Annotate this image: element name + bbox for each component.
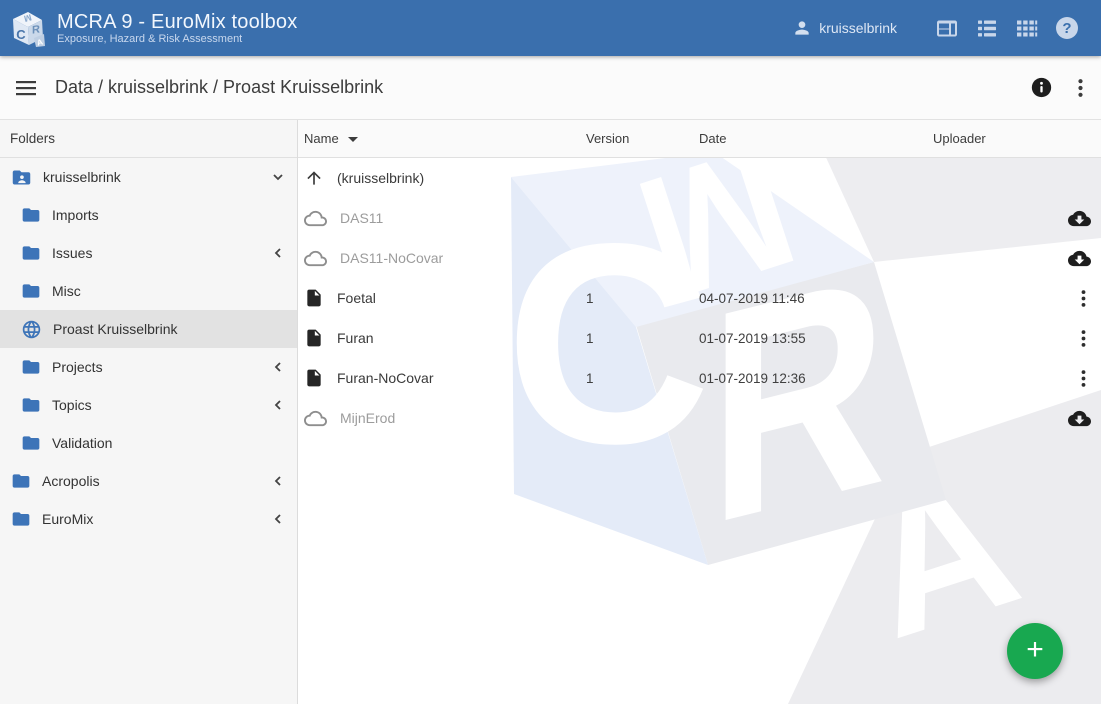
folder-icon xyxy=(21,395,41,415)
cloud-icon xyxy=(304,247,327,270)
app-brand[interactable]: M C R A MCRA 9 - EuroMix toolbox Exposur… xyxy=(8,8,297,48)
globe-icon xyxy=(21,319,42,340)
file-list: (kruisselbrink) DAS11 xyxy=(298,158,1101,438)
hamburger-icon xyxy=(16,80,36,96)
task-list-button[interactable] xyxy=(975,16,999,40)
column-header-uploader[interactable]: Uploader xyxy=(933,131,1046,146)
sidebar-item-label: Issues xyxy=(52,245,92,261)
sidebar-item-topics[interactable]: Topics xyxy=(0,386,297,424)
folder-shared-icon xyxy=(11,167,32,188)
sidebar-item-acropolis[interactable]: Acropolis xyxy=(0,462,297,500)
list-icon xyxy=(975,16,999,41)
help-button[interactable]: ? xyxy=(1055,16,1079,40)
table-row[interactable]: DAS11 xyxy=(298,198,1101,238)
folders-sidebar: Folders kruisselbrink Imports Issues xyxy=(0,120,298,704)
menu-button[interactable] xyxy=(16,80,36,96)
table-row[interactable]: MijnErod xyxy=(298,398,1101,438)
folder-icon xyxy=(21,205,41,225)
chevron-left-icon[interactable] xyxy=(270,473,286,489)
table-row[interactable]: Furan 1 01-07-2019 13:55 xyxy=(298,318,1101,358)
app-title: MCRA 9 - EuroMix toolbox xyxy=(57,11,297,33)
help-icon: ? xyxy=(1056,17,1078,39)
person-icon xyxy=(792,18,812,38)
file-icon xyxy=(304,368,324,388)
info-button[interactable] xyxy=(1031,77,1052,98)
sidebar-item-imports[interactable]: Imports xyxy=(0,196,297,234)
user-name: kruisselbrink xyxy=(819,20,897,36)
sidebar-item-label: Imports xyxy=(52,207,99,223)
apps-grid-icon xyxy=(1015,16,1039,41)
sidebar-item-label: Validation xyxy=(52,435,112,451)
user-menu[interactable]: kruisselbrink xyxy=(792,18,897,38)
sort-desc-icon xyxy=(348,137,358,142)
table-row[interactable]: Foetal 1 04-07-2019 11:46 xyxy=(298,278,1101,318)
cloud-download-icon[interactable] xyxy=(1068,407,1091,430)
table-row-parent-folder[interactable]: (kruisselbrink) xyxy=(298,158,1101,198)
sidebar-item-issues[interactable]: Issues xyxy=(0,234,297,272)
row-menu-icon[interactable] xyxy=(1081,330,1086,347)
page-menu-button[interactable] xyxy=(1078,79,1083,97)
sidebar-item-kruisselbrink[interactable]: kruisselbrink xyxy=(0,158,297,196)
folder-icon xyxy=(21,243,41,263)
sidebar-item-label: kruisselbrink xyxy=(43,169,121,185)
cloud-icon xyxy=(304,407,327,430)
more-vert-icon xyxy=(1078,79,1083,97)
table-row[interactable]: DAS11-NoCovar xyxy=(298,238,1101,278)
svg-text:R: R xyxy=(32,23,40,36)
info-icon xyxy=(1031,77,1052,98)
breadcrumb-bar: Data / kruisselbrink / Proast Kruisselbr… xyxy=(0,56,1101,120)
table-row[interactable]: Furan-NoCovar 1 01-07-2019 12:36 xyxy=(298,358,1101,398)
chevron-left-icon[interactable] xyxy=(270,359,286,375)
cloud-download-icon[interactable] xyxy=(1068,247,1091,270)
column-header-name[interactable]: Name xyxy=(304,131,586,146)
sidebar-item-validation[interactable]: Validation xyxy=(0,424,297,462)
svg-text:C: C xyxy=(16,27,26,42)
column-header-version[interactable]: Version xyxy=(586,131,699,146)
sidebar-item-proast-kruisselbrink[interactable]: Proast Kruisselbrink xyxy=(0,310,297,348)
file-table-panel: A R M C Name Version Date Uploader (kr xyxy=(298,120,1101,704)
sidebar-item-label: Acropolis xyxy=(42,473,100,489)
mcra-cube-logo: M C R A xyxy=(8,8,48,48)
chevron-left-icon[interactable] xyxy=(270,511,286,527)
sidebar-item-label: Proast Kruisselbrink xyxy=(53,321,178,337)
folder-icon xyxy=(21,281,41,301)
folder-icon xyxy=(21,357,41,377)
app-subtitle: Exposure, Hazard & Risk Assessment xyxy=(57,33,297,46)
folder-icon xyxy=(11,509,31,529)
web-icon xyxy=(935,16,959,41)
sidebar-item-label: Topics xyxy=(52,397,92,413)
file-icon xyxy=(304,328,324,348)
add-button[interactable]: + xyxy=(1007,623,1063,679)
cloud-download-icon[interactable] xyxy=(1068,207,1091,230)
apps-grid-button[interactable] xyxy=(1015,16,1039,40)
app-header: M C R A MCRA 9 - EuroMix toolbox Exposur… xyxy=(0,0,1101,56)
sidebar-item-label: Misc xyxy=(52,283,81,299)
file-icon xyxy=(304,288,324,308)
chevron-down-icon[interactable] xyxy=(270,169,286,185)
chevron-left-icon[interactable] xyxy=(270,397,286,413)
sidebar-item-label: Projects xyxy=(52,359,103,375)
row-menu-icon[interactable] xyxy=(1081,290,1086,307)
folder-icon xyxy=(11,471,31,491)
row-menu-icon[interactable] xyxy=(1081,370,1086,387)
table-header-row: Name Version Date Uploader xyxy=(298,120,1101,158)
sidebar-item-euromix[interactable]: EuroMix xyxy=(0,500,297,538)
cloud-icon xyxy=(304,207,327,230)
sidebar-item-misc[interactable]: Misc xyxy=(0,272,297,310)
chevron-left-icon[interactable] xyxy=(270,245,286,261)
arrow-up-icon xyxy=(304,168,324,188)
workspace-view-button[interactable] xyxy=(935,16,959,40)
sidebar-header: Folders xyxy=(0,120,297,158)
breadcrumb[interactable]: Data / kruisselbrink / Proast Kruisselbr… xyxy=(55,77,383,98)
column-header-date[interactable]: Date xyxy=(699,131,933,146)
sidebar-item-label: EuroMix xyxy=(42,511,93,527)
sidebar-item-projects[interactable]: Projects xyxy=(0,348,297,386)
folder-icon xyxy=(21,433,41,453)
